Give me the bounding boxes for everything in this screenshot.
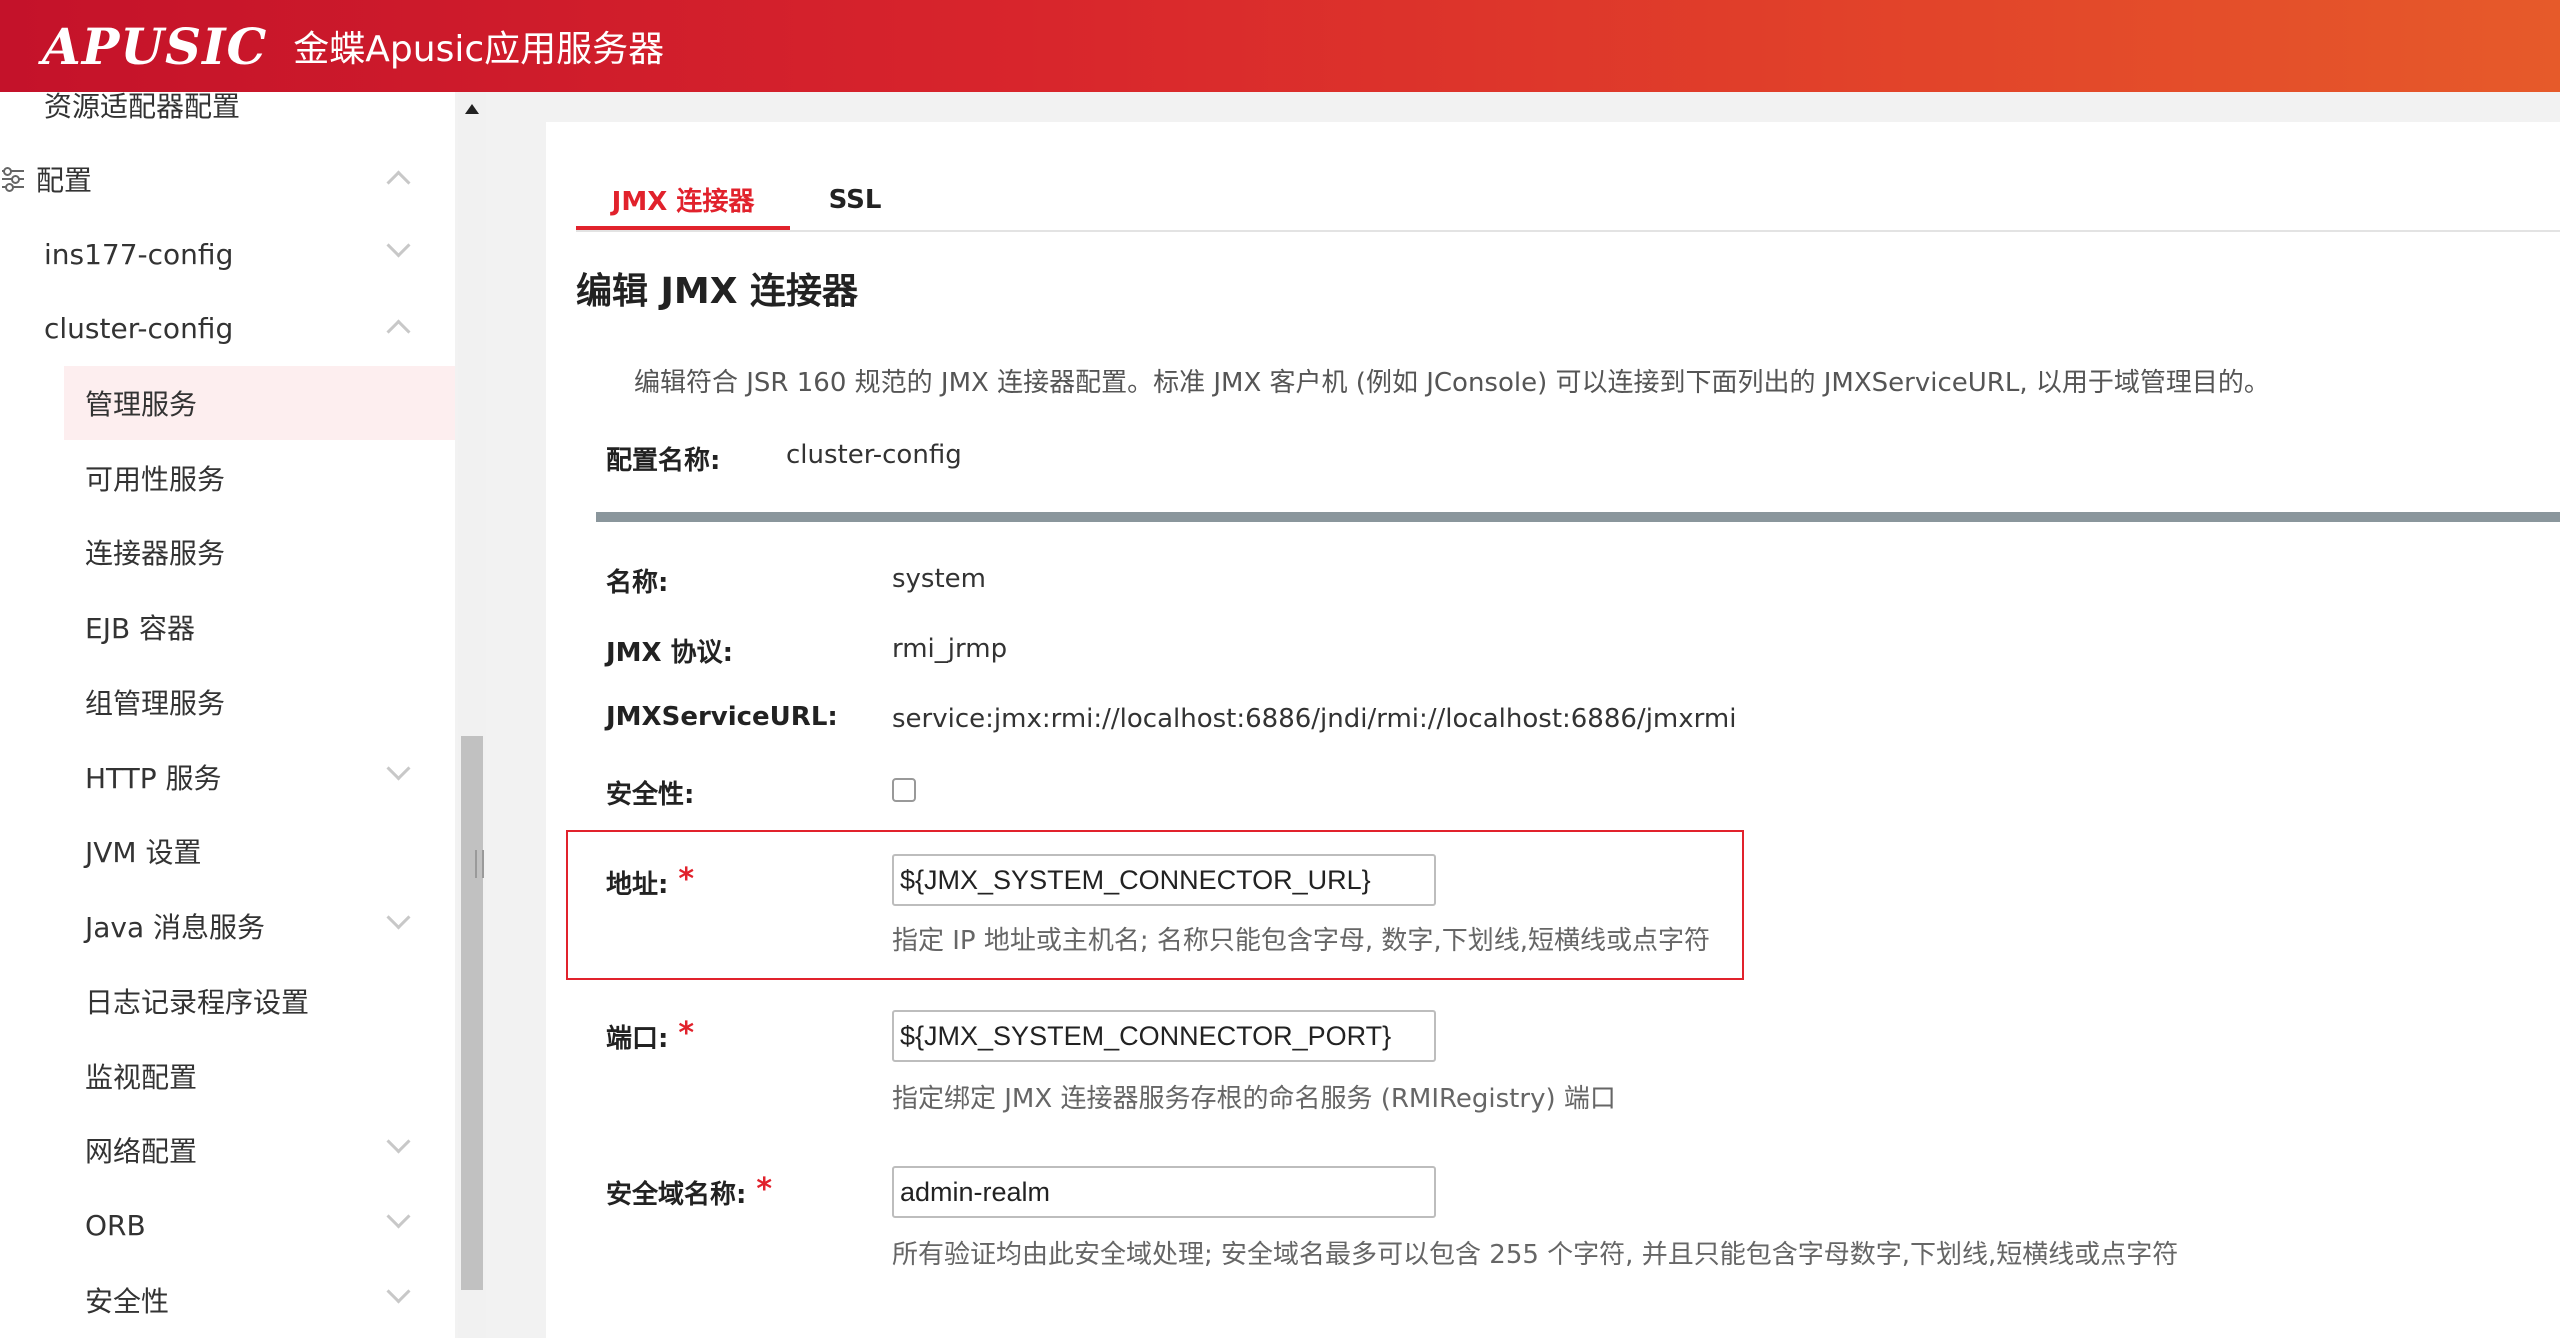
chevron-down-icon[interactable] (386, 233, 411, 258)
config-name-label: 配置名称: (606, 446, 721, 476)
sidebar-item-java-message-service[interactable]: Java 消息服务 (0, 889, 455, 963)
sidebar-item-network-config[interactable]: 网络配置 (0, 1113, 455, 1187)
address-label: 地址: * (606, 862, 694, 901)
app-header: APUSIC 金蝶Apusic应用服务器 (0, 0, 2560, 92)
security-realm-hint: 所有验证均由此安全域处理; 安全域名最多可以包含 255 个字符, 并且只能包含… (892, 1240, 2179, 1270)
sidebar-scrollbar[interactable] (458, 92, 486, 1338)
config-list-icon (2, 167, 24, 192)
sidebar-item-logger-settings[interactable]: 日志记录程序设置 (0, 964, 455, 1038)
page-description: 编辑符合 JSR 160 规范的 JMX 连接器配置。标准 JMX 客户机 (例… (634, 368, 2270, 398)
sidebar-item-monitoring-config[interactable]: 监视配置 (0, 1039, 455, 1113)
sidebar-item-availability-service[interactable]: 可用性服务 (0, 441, 455, 515)
security-realm-label-text: 安全域名称: (606, 1180, 747, 1210)
apusic-logo: APUSIC (42, 16, 268, 76)
sidebar-item-label: 管理服务 (85, 388, 198, 421)
sidebar-item-label: 网络配置 (85, 1135, 198, 1168)
sidebar-item-label: 连接器服务 (85, 537, 226, 570)
required-mark: * (678, 862, 695, 897)
sidebar-item-label: EJB 容器 (85, 612, 196, 645)
sidebar-item-label: cluster-config (44, 311, 234, 345)
chevron-down-icon[interactable] (386, 1279, 411, 1304)
sidebar-item-connector-service[interactable]: 连接器服务 (0, 515, 455, 589)
sidebar-item-group-management[interactable]: 组管理服务 (0, 665, 455, 739)
chevron-down-icon[interactable] (386, 905, 411, 930)
sidebar-item-label: HTTP 服务 (85, 762, 222, 795)
sidebar-item-label: 配置 (36, 164, 93, 197)
port-label: 端口: * (606, 1016, 694, 1055)
sidebar-item-label: 监视配置 (85, 1061, 198, 1094)
security-realm-input[interactable] (892, 1166, 1436, 1218)
app-title: 金蝶Apusic应用服务器 (293, 29, 665, 70)
sidebar-item-resource-adapter-config[interactable]: 资源适配器配置 (0, 92, 455, 142)
page-title: 编辑 JMX 连接器 (576, 271, 859, 312)
scroll-thumb[interactable] (461, 736, 483, 1290)
jmx-protocol-label: JMX 协议: (606, 638, 734, 668)
required-mark: * (756, 1172, 773, 1207)
chevron-up-icon[interactable] (386, 170, 411, 195)
security-realm-label: 安全域名称: * (606, 1172, 772, 1211)
port-hint: 指定绑定 JMX 连接器服务存根的命名服务 (RMIRegistry) 端口 (892, 1084, 1616, 1114)
tab-bar: JMX 连接器 SSL (576, 172, 2560, 232)
name-value: system (892, 564, 986, 594)
sidebar-item-ins177-config[interactable]: ins177-config (0, 217, 455, 291)
chevron-down-icon[interactable] (386, 1129, 411, 1154)
sidebar-item-config[interactable]: 配置 (0, 142, 455, 216)
sidebar-item-label: JVM 设置 (85, 836, 202, 869)
address-label-text: 地址: (606, 870, 669, 900)
sidebar-item-ejb-container[interactable]: EJB 容器 (0, 590, 455, 664)
chevron-down-icon[interactable] (386, 1204, 411, 1229)
address-hint: 指定 IP 地址或主机名; 名称只能包含字母, 数字,下划线,短横线或点字符 (892, 926, 1710, 956)
security-label: 安全性: (606, 780, 695, 810)
sidebar-item-label: Java 消息服务 (85, 911, 266, 944)
config-name-value: cluster-config (786, 440, 962, 470)
sidebar-item-orb[interactable]: ORB (0, 1188, 455, 1262)
security-checkbox[interactable] (892, 778, 916, 802)
sidebar-item-label: ins177-config (44, 237, 234, 271)
sidebar-item-security[interactable]: 安全性 (0, 1263, 455, 1337)
sidebar-item-jvm-settings[interactable]: JVM 设置 (0, 814, 455, 888)
name-label: 名称: (606, 568, 669, 598)
sidebar-item-label: 可用性服务 (85, 463, 226, 496)
splitter-grip-icon[interactable] (475, 850, 484, 878)
jmx-protocol-value: rmi_jrmp (892, 634, 1008, 664)
jmx-service-url-label: JMXServiceURL: (606, 702, 838, 732)
sidebar-item-admin-service[interactable]: 管理服务 (64, 366, 455, 440)
tab-ssl[interactable]: SSL (820, 172, 890, 228)
tab-jmx-connector[interactable]: JMX 连接器 (576, 172, 790, 230)
main-panel: JMX 连接器 SSL 编辑 JMX 连接器 编辑符合 JSR 160 规范的 … (546, 122, 2560, 1338)
sidebar-item-http-service[interactable]: HTTP 服务 (0, 740, 455, 814)
sidebar-item-label: 组管理服务 (85, 687, 226, 720)
sidebar-item-label: 日志记录程序设置 (85, 986, 310, 1019)
chevron-up-icon[interactable] (386, 319, 411, 344)
port-label-text: 端口: (606, 1024, 669, 1054)
port-input[interactable] (892, 1010, 1436, 1062)
jmx-service-url-value: service:jmx:rmi://localhost:6886/jndi/rm… (892, 704, 1737, 734)
chevron-down-icon[interactable] (386, 756, 411, 781)
required-mark: * (678, 1016, 695, 1051)
sidebar-item-label: ORB (85, 1208, 146, 1242)
scroll-up-arrow-icon[interactable] (465, 104, 479, 114)
section-divider (596, 512, 2560, 522)
sidebar-item-label: 安全性 (85, 1285, 170, 1318)
address-input[interactable] (892, 854, 1436, 906)
sidebar-item-cluster-config[interactable]: cluster-config (0, 291, 455, 365)
sidebar: 资源适配器配置 配置 ins177-config cluster-config … (0, 92, 455, 1338)
sidebar-item-label: 资源适配器配置 (44, 92, 241, 123)
